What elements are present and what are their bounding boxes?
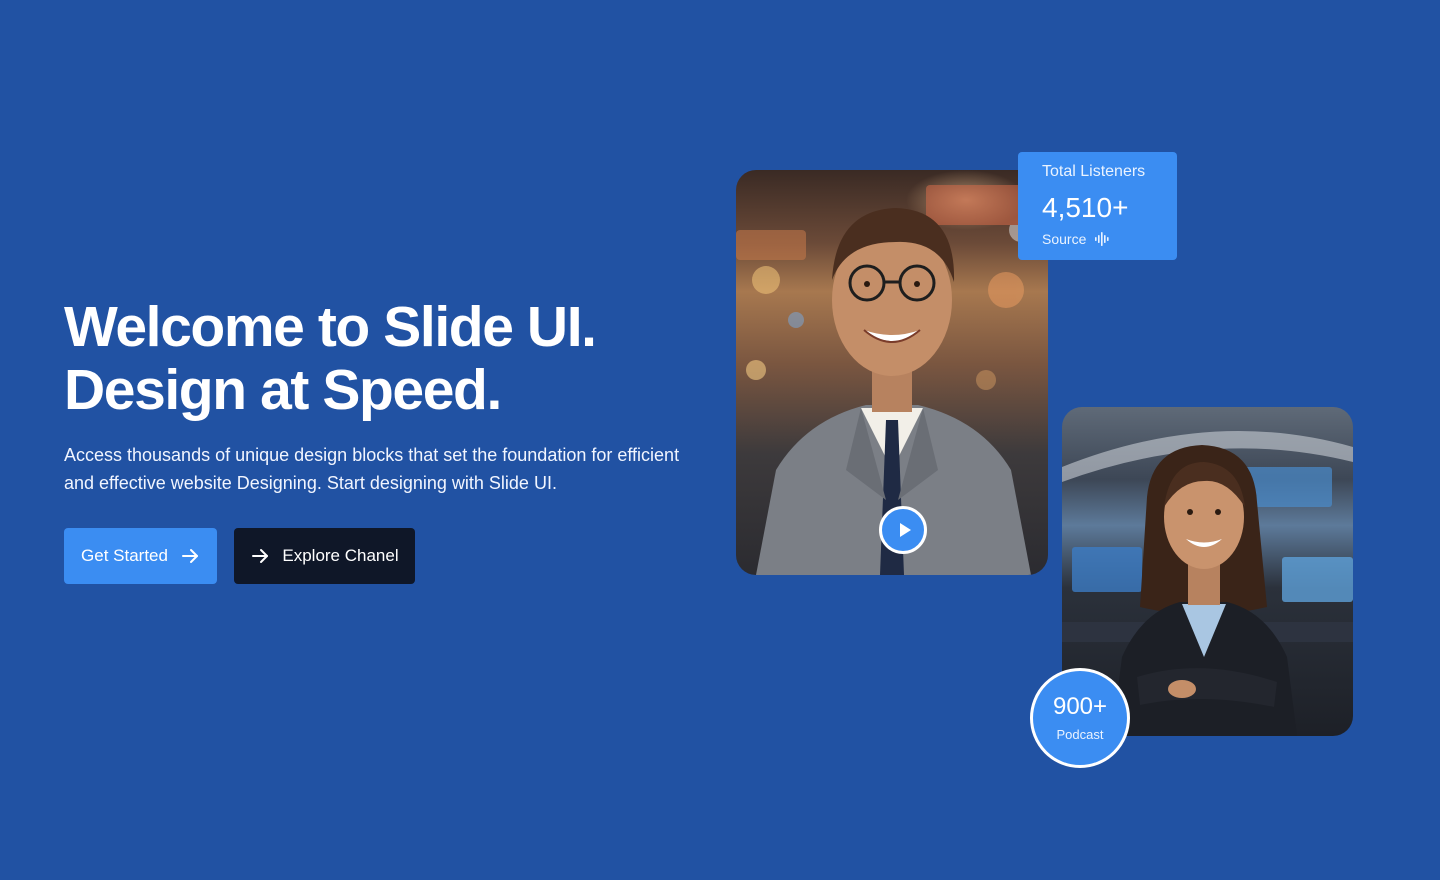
podcast-count-badge: 900+ Podcast <box>1030 668 1130 768</box>
total-listeners-card: Total Listeners 4,510+ Source <box>1018 152 1177 260</box>
audio-waveform-icon <box>1095 232 1109 246</box>
get-started-label: Get Started <box>81 546 168 565</box>
get-started-button[interactable]: Get Started <box>64 528 217 584</box>
hero-title: Welcome to Slide UI. Design at Speed. <box>64 296 704 422</box>
play-icon <box>899 523 911 537</box>
hero-section: Welcome to Slide UI. Design at Speed. Ac… <box>0 0 1440 880</box>
source-row[interactable]: Source <box>1042 231 1177 247</box>
arrow-right-icon <box>252 549 269 563</box>
source-label: Source <box>1042 231 1087 247</box>
hero-title-line-2: Design at Speed. <box>64 358 502 422</box>
explore-channel-label: Explore Chanel <box>282 546 399 565</box>
arrow-right-icon <box>181 549 198 563</box>
hero-description: Access thousands of unique design blocks… <box>64 445 680 493</box>
explore-channel-button[interactable]: Explore Chanel <box>234 528 415 584</box>
total-listeners-value: 4,510+ <box>1042 192 1129 223</box>
total-listeners-label: Total Listeners <box>1042 163 1146 180</box>
podcast-count-label: Podcast <box>1056 727 1104 742</box>
podcast-count-value: 900+ <box>1052 693 1108 720</box>
hero-title-line-1: Welcome to Slide UI. <box>64 295 597 359</box>
play-button[interactable] <box>879 506 927 554</box>
